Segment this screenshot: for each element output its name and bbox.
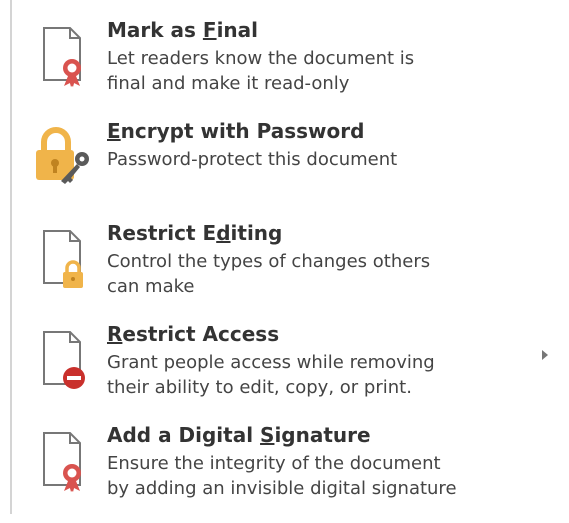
document-ribbon-icon <box>43 27 81 87</box>
option-description: Grant people access while removing their … <box>107 352 435 398</box>
option-description: Ensure the integrity of the document by a… <box>107 453 457 499</box>
submenu-arrow-icon[interactable] <box>542 350 548 360</box>
option-title: Restrict Editing <box>107 221 283 245</box>
option-description: Password-protect this document <box>107 149 398 170</box>
option-title: Add a Digital Signature <box>107 423 371 447</box>
option-title: Restrict Access <box>107 322 280 346</box>
restrict-editing-option[interactable]: Restrict Editing Control the types of ch… <box>22 221 562 321</box>
option-title: Encrypt with Password <box>107 119 365 143</box>
encrypt-with-password-option[interactable]: Encrypt with Password Password-protect t… <box>22 119 562 219</box>
option-description: Let readers know the document is final an… <box>107 48 415 94</box>
document-block-icon <box>43 331 85 389</box>
document-ribbon-icon <box>43 432 81 492</box>
option-title: Mark as Final <box>107 18 259 42</box>
option-description: Control the types of changes others can m… <box>107 251 431 297</box>
add-digital-signature-option[interactable]: Add a Digital Signature Ensure the integ… <box>22 423 562 523</box>
mark-as-final-option[interactable]: Mark as Final Let readers know the docum… <box>22 18 562 118</box>
restrict-access-option[interactable]: Restrict Access Grant people access whil… <box>22 322 562 422</box>
document-lock-icon <box>43 230 83 288</box>
left-divider <box>10 0 12 514</box>
lock-key-icon <box>36 127 89 184</box>
